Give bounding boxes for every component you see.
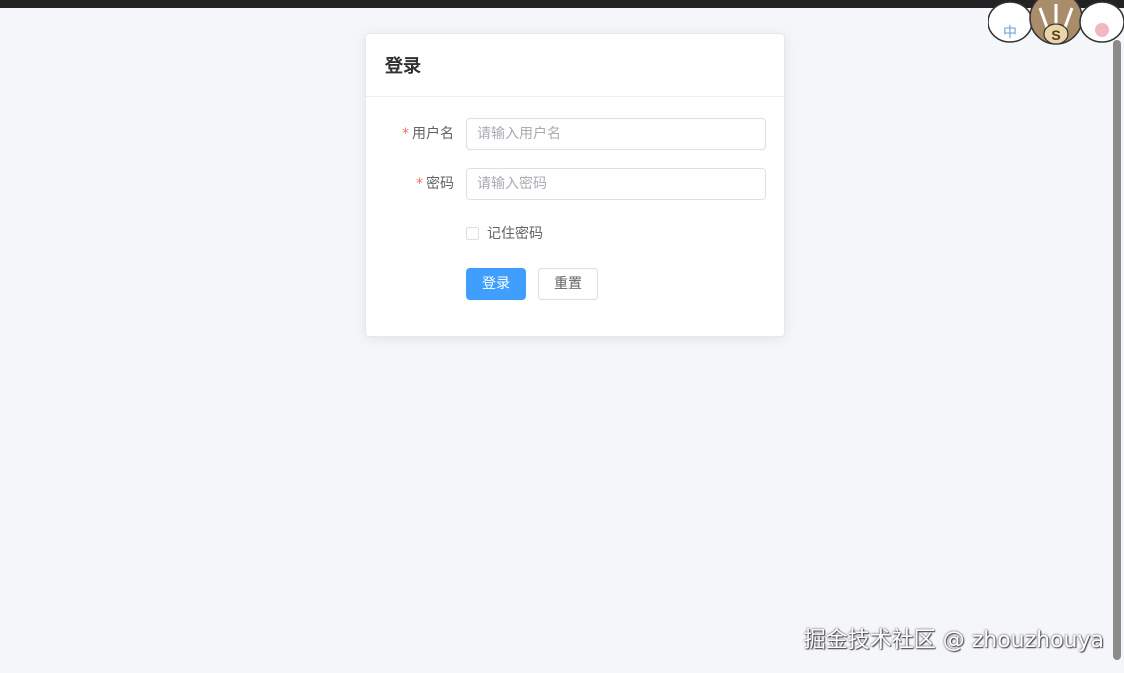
scrollbar[interactable]	[1113, 40, 1121, 660]
login-card: 登录 *用户名 *密码 记住密码 登录 重置	[365, 33, 785, 337]
mascot-badge-s: S	[1051, 27, 1060, 43]
card-title: 登录	[366, 34, 784, 97]
top-bar	[0, 0, 1124, 8]
password-input[interactable]	[466, 168, 766, 200]
remember-row: 记住密码	[366, 218, 786, 250]
mascot-badge-zh: 中	[1003, 24, 1017, 40]
watermark: 掘金技术社区 @ zhouzhouya	[803, 628, 1104, 653]
actions-row: 登录 重置	[366, 268, 786, 300]
login-button[interactable]: 登录	[466, 268, 526, 300]
password-label: * 密码	[416, 176, 454, 192]
required-mark: *	[402, 126, 409, 142]
username-input[interactable]	[466, 118, 766, 150]
username-row: * 用户名	[366, 118, 786, 150]
username-label: * 用户名	[402, 126, 454, 142]
remember-label[interactable]: 记住密码	[487, 218, 543, 250]
password-row: * 密码	[366, 168, 786, 200]
required-mark: *	[416, 176, 423, 192]
mascot-widget[interactable]: 中 S	[988, 0, 1124, 48]
reset-button[interactable]: 重置	[538, 268, 598, 300]
remember-checkbox[interactable]	[466, 227, 479, 240]
